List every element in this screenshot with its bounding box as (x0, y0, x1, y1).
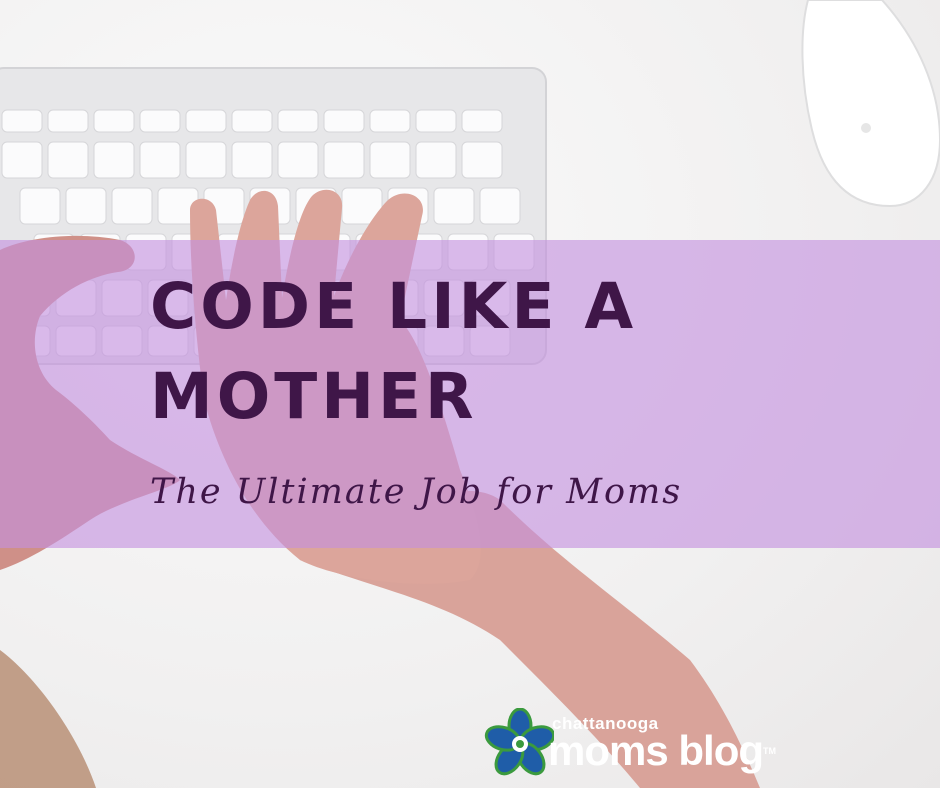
keyboard-key (323, 109, 365, 133)
keyboard-key (415, 141, 457, 179)
keyboard-key (93, 141, 135, 179)
logo-trademark: TM (763, 746, 777, 756)
keyboard-key (47, 141, 89, 179)
keyboard-key (369, 109, 411, 133)
keyboard-key (433, 187, 475, 225)
logo-brand-text: moms blogTM (548, 726, 776, 776)
keyboard-key (111, 187, 153, 225)
social-graphic: CODE LIKE A MOTHER The Ultimate Job for … (0, 0, 940, 788)
keyboard-key (19, 187, 61, 225)
mouse (801, 0, 940, 208)
keyboard-key (277, 109, 319, 133)
logo-brand-name: moms blog (548, 727, 764, 774)
keyboard-key (461, 141, 503, 179)
keyboard-key (139, 141, 181, 179)
keyboard-key (323, 141, 365, 179)
headline: CODE LIKE A MOTHER (150, 270, 638, 433)
keyboard-key (461, 109, 503, 133)
keyboard-key (479, 187, 521, 225)
keyboard-key (231, 109, 273, 133)
keyboard-key (185, 141, 227, 179)
keyboard-key (415, 109, 457, 133)
keyboard-key (65, 187, 107, 225)
keyboard-key (277, 141, 319, 179)
keyboard-key (47, 109, 89, 133)
mouse-logo (861, 123, 871, 133)
keyboard-key (185, 109, 227, 133)
keyboard-key (1, 109, 43, 133)
flower-icon (484, 708, 554, 776)
keyboard-key (139, 109, 181, 133)
subtitle: The Ultimate Job for Moms (150, 472, 683, 512)
keyboard-key (93, 109, 135, 133)
keyboard-key (231, 141, 273, 179)
keyboard-key (369, 141, 411, 179)
keyboard-key (1, 141, 43, 179)
hair (0, 650, 96, 788)
